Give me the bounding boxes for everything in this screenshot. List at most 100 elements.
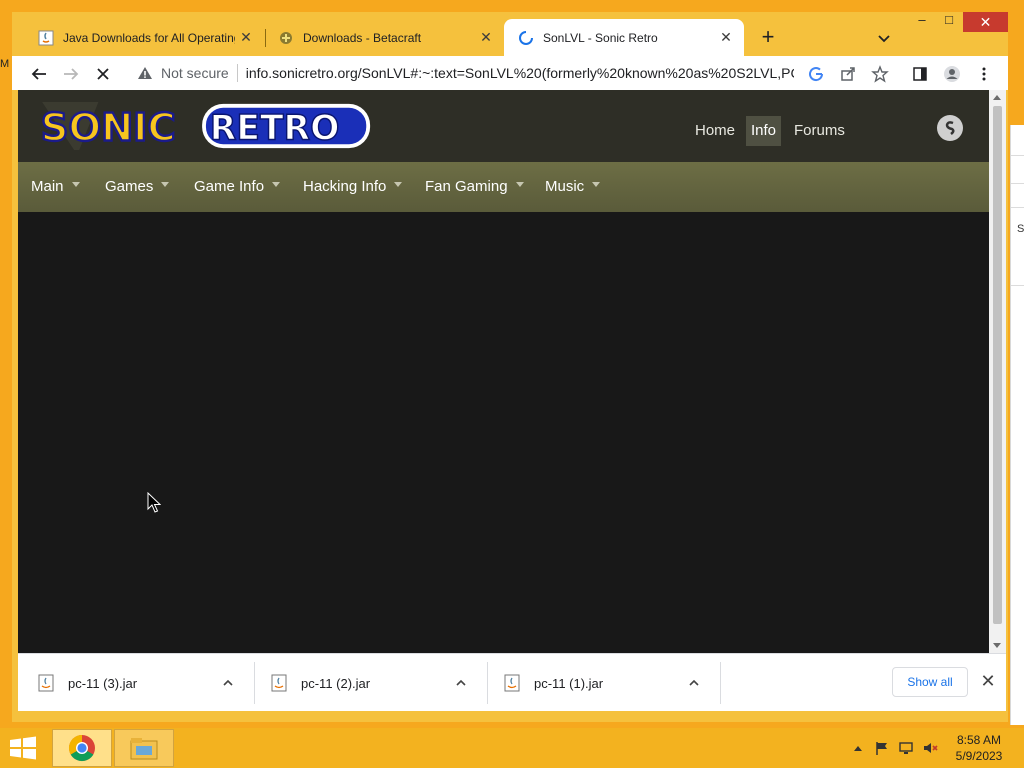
download-item[interactable]: pc-11 (2).jar <box>251 654 484 712</box>
stop-icon <box>97 68 109 80</box>
forward-button[interactable] <box>57 60 85 88</box>
download-item[interactable]: pc-11 (3).jar <box>18 654 251 712</box>
mouse-cursor-icon <box>147 492 161 513</box>
download-filename: pc-11 (3).jar <box>68 675 138 691</box>
caret-down-icon <box>515 182 524 187</box>
loading-spinner-icon <box>518 30 534 46</box>
network-icon[interactable] <box>898 740 914 756</box>
scroll-down-icon[interactable] <box>993 643 1001 648</box>
close-tab-icon[interactable]: ✕ <box>718 29 734 45</box>
share-icon <box>841 67 855 81</box>
nav-label: Fan Gaming <box>425 178 508 195</box>
profile-icon <box>944 66 960 82</box>
caret-down-icon <box>592 182 601 187</box>
menu-button[interactable] <box>970 60 998 88</box>
side-panel-button[interactable] <box>906 60 934 88</box>
caret-down-icon <box>161 182 170 187</box>
download-filename: pc-11 (1).jar <box>534 675 604 691</box>
action-center-flag-icon[interactable] <box>874 740 890 756</box>
caret-down-icon <box>71 182 80 187</box>
chrome-icon <box>68 734 95 762</box>
tab-search-button[interactable] <box>872 26 896 50</box>
nav-music[interactable]: Music <box>545 162 601 212</box>
caret-down-icon <box>394 182 403 187</box>
scroll-up-icon[interactable] <box>993 95 1001 100</box>
nav-label: Main <box>31 178 64 195</box>
close-window-button[interactable]: ✕ <box>963 12 1008 32</box>
nav-games[interactable]: Games <box>105 162 170 212</box>
download-filename: pc-11 (2).jar <box>301 675 371 691</box>
taskbar-chrome[interactable] <box>52 729 112 767</box>
chevron-up-icon[interactable] <box>687 676 701 690</box>
tab-betacraft[interactable]: Downloads - Betacraft ✕ <box>264 19 504 56</box>
address-bar[interactable]: Not secure info.sonicretro.org/SonLVL#:~… <box>129 59 864 87</box>
chevron-up-icon[interactable] <box>454 676 468 690</box>
profile-button[interactable] <box>938 60 966 88</box>
background-window[interactable]: S <box>1010 125 1024 725</box>
url-text[interactable]: info.sonicretro.org/SonLVL#:~:text=SonLV… <box>246 65 794 81</box>
chevron-up-icon[interactable] <box>221 676 235 690</box>
volume-muted-icon[interactable] <box>922 740 938 756</box>
nav-label: Hacking Info <box>303 178 387 195</box>
tab-java-downloads[interactable]: Java Downloads for All Operating ✕ <box>24 19 264 56</box>
browser-toolbar: Not secure info.sonicretro.org/SonLVL#:~… <box>12 56 1008 90</box>
system-clock[interactable]: 8:58 AM 5/9/2023 <box>946 732 1012 764</box>
caret-down-icon <box>272 182 281 187</box>
browser-window: Java Downloads for All Operating ✕ Downl… <box>12 12 1008 722</box>
back-button[interactable] <box>25 60 53 88</box>
sonic-retro-logo[interactable]: SONIC RETRO <box>32 102 377 150</box>
user-avatar-icon[interactable] <box>937 115 963 141</box>
close-shelf-icon[interactable]: ✕ <box>980 672 996 690</box>
close-tab-icon[interactable]: ✕ <box>478 29 494 45</box>
close-tab-icon[interactable]: ✕ <box>238 29 254 45</box>
forward-arrow-icon <box>64 68 79 80</box>
maximize-button[interactable]: □ <box>934 12 964 34</box>
tab-title: Java Downloads for All Operating <box>63 30 235 45</box>
nav-game-info[interactable]: Game Info <box>194 162 281 212</box>
nav-label: Games <box>105 178 154 195</box>
nav-label: Game Info <box>194 178 265 195</box>
tray-overflow-icon[interactable] <box>850 740 866 756</box>
share-button[interactable] <box>834 60 862 88</box>
jar-file-icon <box>38 674 54 692</box>
windows-start-icon[interactable] <box>8 736 38 760</box>
clock-date: 5/9/2023 <box>955 749 1003 763</box>
background-window-text: S <box>1017 223 1024 235</box>
google-lens-button[interactable] <box>802 60 830 88</box>
minimize-button[interactable]: – <box>907 12 937 34</box>
scrollbar-thumb[interactable] <box>993 106 1002 624</box>
nav-home[interactable]: Home <box>690 116 740 146</box>
security-label[interactable]: Not secure <box>161 65 229 81</box>
tab-title: SonLVL - Sonic Retro <box>543 30 658 45</box>
page-scrollbar[interactable] <box>989 90 1006 653</box>
download-item[interactable]: pc-11 (1).jar <box>484 654 717 712</box>
taskbar-file-explorer[interactable] <box>114 729 174 767</box>
taskbar: 8:58 AM 5/9/2023 <box>0 728 1024 768</box>
folder-icon <box>130 738 158 760</box>
tab-strip: Java Downloads for All Operating ✕ Downl… <box>12 12 1008 56</box>
clock-time: 8:58 AM <box>956 733 1002 747</box>
svg-text:RETRO: RETRO <box>210 108 340 148</box>
jar-file-icon <box>271 674 287 692</box>
tab-title: Downloads - Betacraft <box>303 30 422 45</box>
nav-fan-gaming[interactable]: Fan Gaming <box>425 162 524 212</box>
main-navigation: Main Games Game Info Hacking Info Fan Ga… <box>18 162 989 212</box>
jar-file-icon <box>504 674 520 692</box>
java-icon <box>38 30 54 46</box>
tab-sonlvl[interactable]: SonLVL - Sonic Retro ✕ <box>504 19 744 56</box>
svg-text:SONIC: SONIC <box>41 105 176 150</box>
stop-loading-button[interactable] <box>89 60 117 88</box>
nav-hacking-info[interactable]: Hacking Info <box>303 162 403 212</box>
nav-forums[interactable]: Forums <box>789 116 850 146</box>
show-all-button[interactable]: Show all <box>892 667 968 697</box>
nav-label: Music <box>545 178 585 195</box>
download-shelf: pc-11 (3).jar pc-11 (2).jar pc-11 (1).ja… <box>18 653 1006 711</box>
page-viewport: SONIC RETRO Home Info Forums Main Games … <box>18 90 989 653</box>
new-tab-button[interactable]: + <box>754 24 782 52</box>
nav-info[interactable]: Info <box>746 116 782 146</box>
google-icon <box>809 67 824 82</box>
more-vert-icon <box>982 67 986 81</box>
nav-main[interactable]: Main <box>31 162 80 212</box>
bookmark-button[interactable] <box>866 60 894 88</box>
betacraft-icon <box>278 30 294 46</box>
